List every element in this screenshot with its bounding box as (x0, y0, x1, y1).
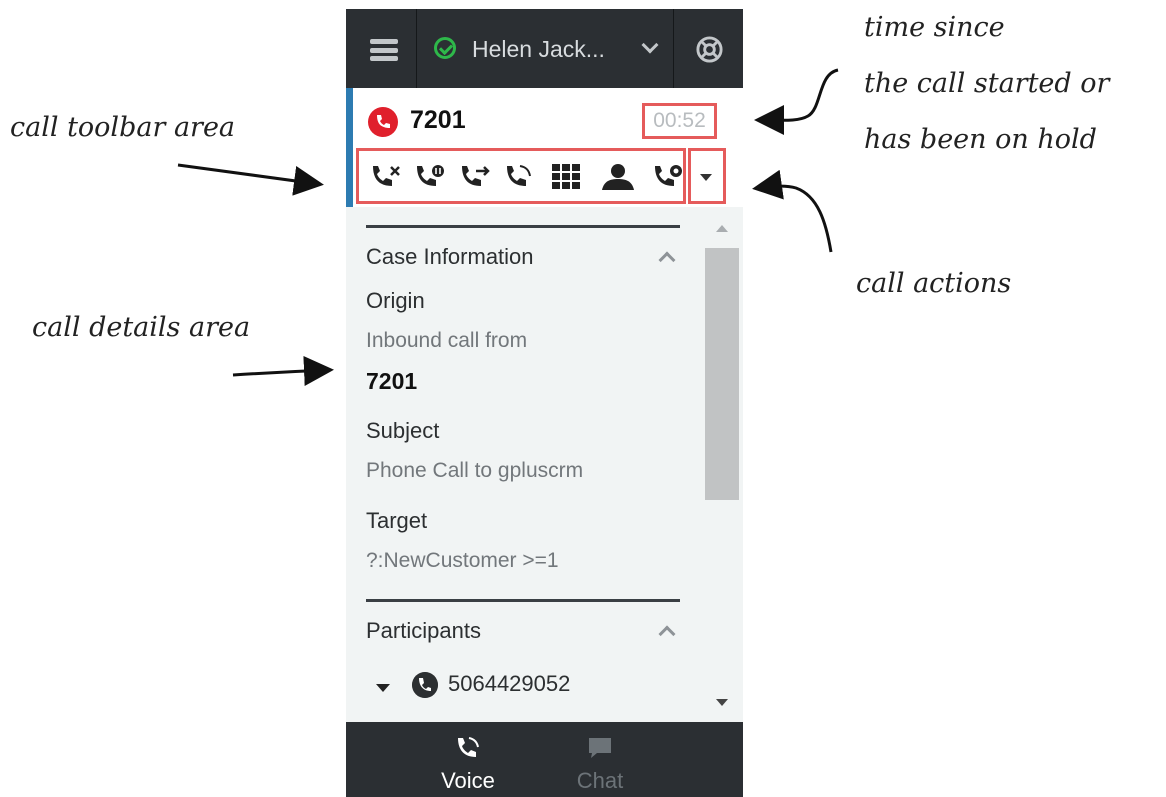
participant-number: 5064429052 (448, 671, 571, 696)
arrow-details (232, 356, 334, 386)
call-timer: 00:52 (642, 103, 717, 139)
target-label: Target (366, 508, 428, 533)
voice-icon (458, 737, 479, 757)
arrow-timer (754, 68, 839, 136)
scroll-down-icon[interactable] (716, 699, 728, 706)
top-bar: Helen Jack... (346, 9, 743, 88)
consult-icon[interactable] (598, 162, 636, 192)
caret-down-icon[interactable] (700, 174, 712, 181)
support-icon[interactable] (695, 35, 724, 64)
conference-call-icon[interactable] (504, 162, 536, 192)
origin-value: Inbound call from (366, 329, 528, 352)
collapse-participants-icon[interactable] (658, 625, 676, 643)
chevron-down-icon[interactable] (641, 36, 659, 54)
end-call-icon[interactable] (370, 162, 402, 192)
scroll-up-icon[interactable] (716, 225, 728, 232)
participants-title[interactable]: Participants (366, 618, 481, 644)
participant-phone-icon (412, 672, 438, 698)
active-call-indicator (346, 88, 353, 207)
tab-chat[interactable]: Chat (545, 722, 655, 797)
menu-icon[interactable] (370, 39, 398, 61)
chat-icon (589, 738, 611, 758)
collapse-case-info-icon[interactable] (658, 251, 676, 269)
call-number: 7201 (410, 106, 466, 134)
hold-call-icon[interactable] (414, 162, 446, 192)
origin-label: Origin (366, 288, 425, 313)
call-details-area: Case Information Origin Inbound call fro… (346, 207, 701, 722)
incoming-call-icon (368, 107, 398, 137)
channel-tabs: Voice Chat (346, 722, 743, 797)
case-info-title[interactable]: Case Information (366, 244, 534, 270)
section-divider (366, 599, 680, 602)
details-scrollbar[interactable] (701, 207, 743, 722)
subject-value: Phone Call to gpluscrm (366, 459, 584, 482)
tab-voice-label: Voice (441, 768, 495, 793)
scroll-thumb[interactable] (705, 248, 739, 500)
tab-chat-label: Chat (576, 768, 624, 793)
tab-voice[interactable]: Voice (413, 722, 523, 797)
target-value: ?:NewCustomer >=1 (366, 549, 559, 572)
keypad-icon[interactable] (550, 162, 582, 192)
arrow-toolbar (177, 163, 324, 196)
section-divider (366, 225, 680, 228)
origin-number: 7201 (366, 368, 418, 394)
agent-name[interactable]: Helen Jack... (472, 36, 605, 63)
status-available-icon (434, 37, 456, 59)
transfer-call-icon[interactable] (459, 162, 491, 192)
call-recording-icon[interactable] (652, 162, 684, 192)
expand-participant-icon[interactable] (376, 684, 390, 692)
call-toolbar-area: 7201 00:52 (346, 88, 743, 207)
subject-label: Subject (366, 418, 440, 443)
phone-panel: Helen Jack... 7201 00:52 Case Informatio… (346, 9, 743, 797)
arrow-actions (752, 169, 833, 253)
